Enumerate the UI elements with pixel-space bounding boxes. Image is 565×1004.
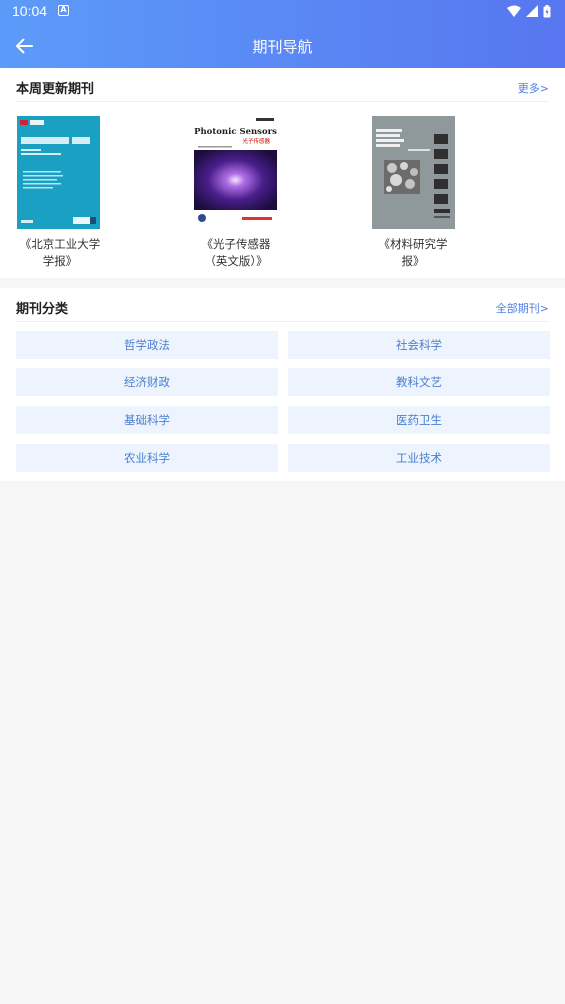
categories-section-title: 期刊分类: [16, 302, 69, 317]
category-industrial-tech[interactable]: 工业技术: [288, 444, 550, 472]
status-icons: [507, 4, 551, 18]
weekly-updates-section: 本周更新期刊 更多> 《北京工业大学 学报》 Photonic Sensors …: [0, 68, 565, 278]
categories-section-header: 期刊分类 全部期刊>: [16, 290, 549, 322]
journal-name-bjut-line2: 学报》: [42, 254, 78, 268]
category-basic-science[interactable]: 基础科学: [16, 406, 278, 434]
category-social-science[interactable]: 社会科学: [288, 331, 550, 359]
weekly-section-header: 本周更新期刊 更多>: [16, 70, 549, 102]
journal-name-materials-line2: 报》: [401, 254, 425, 268]
journal-name-materials-line1: 《材料研究学: [378, 237, 448, 251]
app-header: 10:04 A 期刊导航: [0, 0, 565, 68]
journal-name-bjut-line1: 《北京工业大学: [19, 237, 101, 251]
cover-bjut-art: [17, 116, 100, 229]
cover-photonic-title: Photonic Sensors: [194, 127, 277, 137]
wifi-icon: [507, 5, 521, 17]
status-time: 10:04: [12, 3, 48, 19]
category-medicine-health[interactable]: 医药卫生: [288, 406, 550, 434]
journal-name-photonic-line2: （英文版）》: [204, 254, 268, 268]
cover-photonic-subtitle: 光子传感器: [242, 137, 270, 145]
weekly-more-link[interactable]: 更多>: [518, 80, 549, 96]
notification-a-icon: A: [58, 5, 69, 16]
journal-name-photonic[interactable]: 《光子传感器 （英文版）》: [181, 236, 291, 270]
nav-bar: 期刊导航: [0, 24, 565, 68]
status-bar: 10:04 A: [0, 0, 565, 24]
category-education-culture[interactable]: 教科文艺: [288, 368, 550, 396]
category-philosophy-law[interactable]: 哲学政法: [16, 331, 278, 359]
journal-cover-bjut[interactable]: [17, 116, 100, 229]
cover-photonic-art: Photonic Sensors 光子传感器: [194, 116, 277, 229]
journal-name-materials[interactable]: 《材料研究学 报》: [358, 236, 468, 270]
battery-icon: [543, 4, 551, 17]
page-title: 期刊导航: [252, 38, 313, 56]
signal-icon: [526, 5, 538, 17]
journal-name-photonic-line1: 《光子传感器: [201, 237, 271, 251]
category-economics-finance[interactable]: 经济财政: [16, 368, 278, 396]
journal-name-bjut[interactable]: 《北京工业大学 学报》: [5, 236, 115, 270]
all-journals-link[interactable]: 全部期刊>: [496, 300, 549, 316]
weekly-section-title: 本周更新期刊: [16, 82, 95, 97]
cover-materials-art: [372, 116, 455, 229]
category-agriculture[interactable]: 农业科学: [16, 444, 278, 472]
journal-cover-materials[interactable]: [372, 116, 455, 229]
journal-cover-photonic[interactable]: Photonic Sensors 光子传感器: [194, 116, 277, 229]
categories-section: 期刊分类 全部期刊> 哲学政法 社会科学 经济财政 教科文艺 基础科学 医药卫生…: [0, 288, 565, 481]
